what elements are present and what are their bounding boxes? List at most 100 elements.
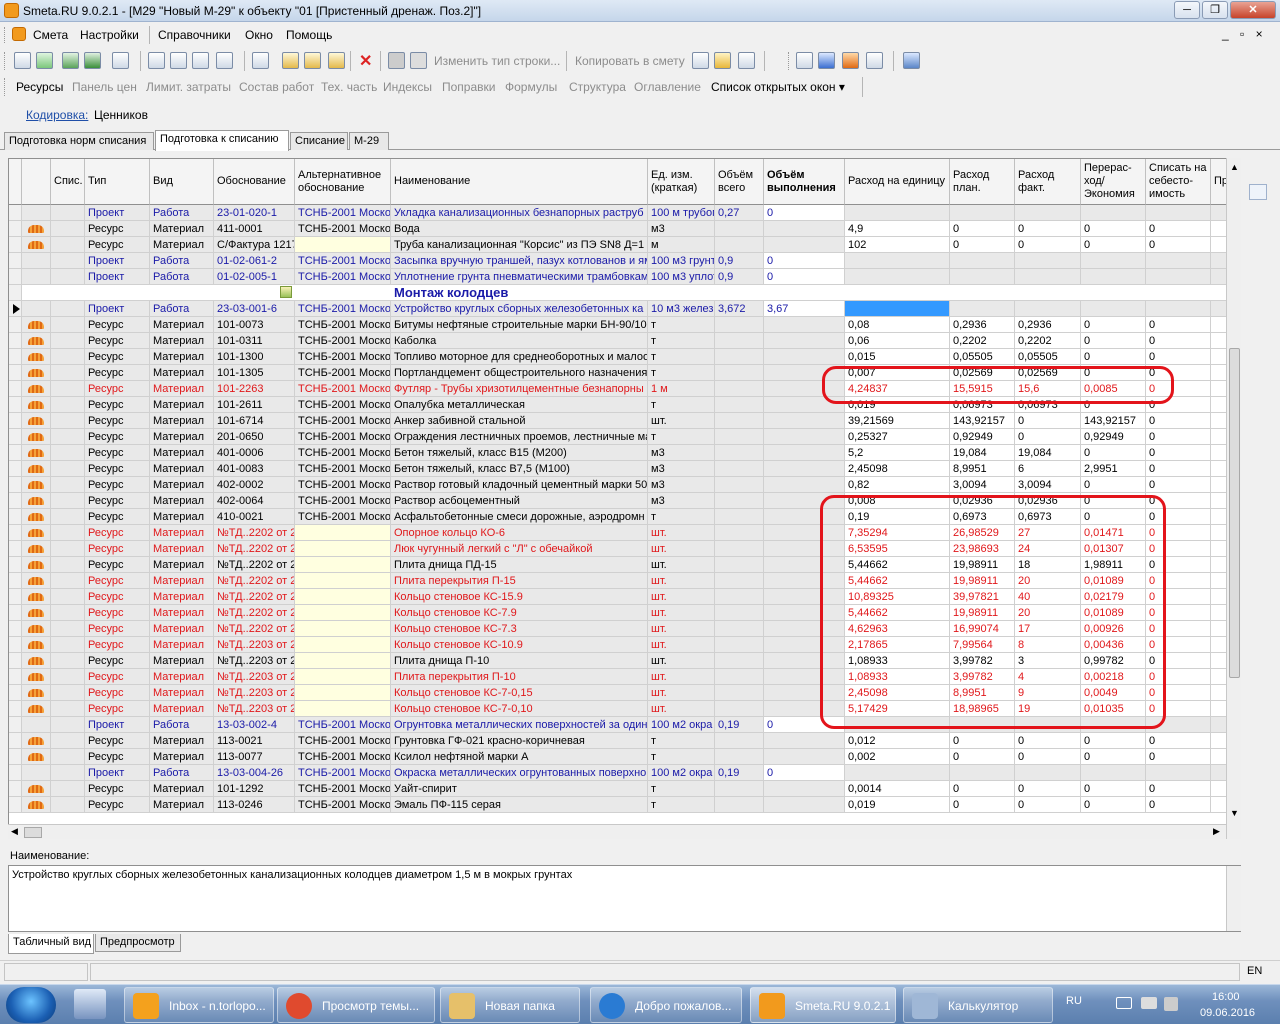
tech-part-button[interactable]: Тех. часть xyxy=(321,80,377,94)
table-row[interactable]: Ресурс Материал 402-0064 ТСНБ-2001 Моско Рас… xyxy=(9,493,1240,509)
cell-vexe[interactable] xyxy=(764,621,845,637)
cell-vtot[interactable] xyxy=(715,685,764,701)
writeoff-checkbox-cell[interactable] xyxy=(51,221,85,237)
cell-type[interactable]: Ресурс xyxy=(85,221,150,237)
table-row[interactable]: Ресурс Материал 101-1300 ТСНБ-2001 Моско Топ… xyxy=(9,349,1240,365)
writeoff-checkbox-cell[interactable] xyxy=(51,685,85,701)
cell-alt[interactable] xyxy=(295,669,391,685)
cell-type[interactable]: Ресурс xyxy=(85,749,150,765)
cell-vid[interactable]: Материал xyxy=(150,781,214,797)
cell-diff[interactable]: 0 xyxy=(1081,365,1146,381)
paste-special-icon[interactable] xyxy=(738,52,755,69)
cell-write[interactable]: 0 xyxy=(1146,349,1211,365)
cell-vid[interactable]: Материал xyxy=(150,413,214,429)
cell-unit[interactable]: т xyxy=(648,797,715,813)
cell-plan[interactable]: 19,98911 xyxy=(950,573,1015,589)
cell-vid[interactable]: Материал xyxy=(150,701,214,717)
cell-vexe[interactable]: 0 xyxy=(764,765,845,781)
cell-vid[interactable]: Материал xyxy=(150,749,214,765)
description-scrollbar[interactable] xyxy=(1226,866,1241,931)
cell-obos[interactable]: 402-0002 xyxy=(214,477,295,493)
cell-unit[interactable]: м3 xyxy=(648,221,715,237)
cell-vexe[interactable] xyxy=(764,701,845,717)
cell-unit[interactable]: 1 м xyxy=(648,381,715,397)
writeoff-checkbox-cell[interactable] xyxy=(51,797,85,813)
cell-diff[interactable]: 0 xyxy=(1081,237,1146,253)
cell-unit[interactable]: т xyxy=(648,349,715,365)
resources-button[interactable]: Ресурсы xyxy=(16,80,63,94)
cell-fact[interactable]: 0 xyxy=(1015,797,1081,813)
row-type-cell[interactable] xyxy=(22,461,51,477)
cell-alt[interactable]: ТСНБ-2001 Моско xyxy=(295,413,391,429)
cell-rate[interactable] xyxy=(845,205,950,221)
row-indicator[interactable] xyxy=(9,301,22,317)
cell-vid[interactable]: Работа xyxy=(150,269,214,285)
cell-vexe[interactable] xyxy=(764,685,845,701)
save-icon[interactable] xyxy=(14,52,31,69)
cell-write[interactable]: 0 xyxy=(1146,621,1211,637)
cell-type[interactable]: Ресурс xyxy=(85,445,150,461)
header-spis[interactable]: Спис. xyxy=(51,159,85,205)
row-indicator[interactable] xyxy=(9,237,22,253)
material-icon[interactable] xyxy=(842,52,859,69)
cell-plan[interactable]: 19,98911 xyxy=(950,557,1015,573)
cell-vid[interactable]: Материал xyxy=(150,589,214,605)
cell-name[interactable]: Топливо моторное для среднеоборотных и м… xyxy=(391,349,648,365)
tray-network-icon[interactable] xyxy=(1116,997,1132,1009)
header-plan[interactable]: Расход план. xyxy=(950,159,1015,205)
cell-alt[interactable] xyxy=(295,605,391,621)
cell-obos[interactable]: №ТД..2202 от 2 xyxy=(214,573,295,589)
cell-name[interactable]: Засыпка вручную траншей, пазух котловано… xyxy=(391,253,648,269)
cell-plan[interactable]: 15,5915 xyxy=(950,381,1015,397)
menu-references[interactable]: Справочники xyxy=(158,28,231,42)
cell-unit[interactable]: т xyxy=(648,333,715,349)
table-row[interactable]: Ресурс Материал №ТД..2202 от 2 Кольцо стено… xyxy=(9,621,1240,637)
row-indicator[interactable] xyxy=(9,205,22,221)
row-indicator[interactable] xyxy=(9,285,22,301)
close-button[interactable]: ✕ xyxy=(1230,1,1276,19)
cell-vtot[interactable] xyxy=(715,637,764,653)
cell-alt[interactable]: ТСНБ-2001 Моско xyxy=(295,269,391,285)
cell-diff[interactable]: 0,02179 xyxy=(1081,589,1146,605)
cell-vid[interactable]: Материал xyxy=(150,349,214,365)
cell-type[interactable]: Ресурс xyxy=(85,237,150,253)
row-type-cell[interactable] xyxy=(22,509,51,525)
cell-write[interactable]: 0 xyxy=(1146,733,1211,749)
row-indicator[interactable] xyxy=(9,589,22,605)
header-volume-total[interactable]: Объём всего xyxy=(715,159,764,205)
cell-write[interactable]: 0 xyxy=(1146,237,1211,253)
cell-diff[interactable]: 0 xyxy=(1081,509,1146,525)
row-indicator[interactable] xyxy=(9,637,22,653)
cell-name[interactable]: Битумы нефтяные строительные марки БН-90… xyxy=(391,317,648,333)
cell-fact[interactable]: 0 xyxy=(1015,749,1081,765)
cell-vid[interactable]: Материал xyxy=(150,797,214,813)
comment-icon[interactable] xyxy=(328,52,345,69)
writeoff-checkbox-cell[interactable] xyxy=(51,365,85,381)
cell-alt[interactable]: ТСНБ-2001 Моско xyxy=(295,253,391,269)
cell-alt[interactable]: ТСНБ-2001 Моско xyxy=(295,221,391,237)
cell-vtot[interactable] xyxy=(715,621,764,637)
cell-plan[interactable] xyxy=(950,717,1015,733)
cell-vid[interactable]: Материал xyxy=(150,669,214,685)
cell-vtot[interactable] xyxy=(715,381,764,397)
cell-vid[interactable]: Материал xyxy=(150,637,214,653)
cell-plan[interactable]: 143,92157 xyxy=(950,413,1015,429)
cell-write[interactable]: 0 xyxy=(1146,397,1211,413)
row-indicator[interactable] xyxy=(9,605,22,621)
cell-unit[interactable]: м3 xyxy=(648,445,715,461)
cell-alt[interactable]: ТСНБ-2001 Моско xyxy=(295,381,391,397)
cell-alt[interactable] xyxy=(295,589,391,605)
cell-vexe[interactable] xyxy=(764,781,845,797)
cell-vid[interactable]: Материал xyxy=(150,541,214,557)
table-row[interactable]: Ресурс Материал 101-1305 ТСНБ-2001 Моско Пор… xyxy=(9,365,1240,381)
cell-unit[interactable]: 100 м3 грунт xyxy=(648,253,715,269)
cell-obos[interactable]: 401-0083 xyxy=(214,461,295,477)
cell-fact[interactable]: 19,084 xyxy=(1015,445,1081,461)
cell-vexe[interactable] xyxy=(764,749,845,765)
row-indicator[interactable] xyxy=(9,685,22,701)
row-indicator[interactable] xyxy=(9,221,22,237)
row-indicator[interactable] xyxy=(9,413,22,429)
cell-name[interactable]: Портландцемент общестроительного назначе… xyxy=(391,365,648,381)
writeoff-checkbox-cell[interactable] xyxy=(51,429,85,445)
cell-alt[interactable]: ТСНБ-2001 Моско xyxy=(295,733,391,749)
